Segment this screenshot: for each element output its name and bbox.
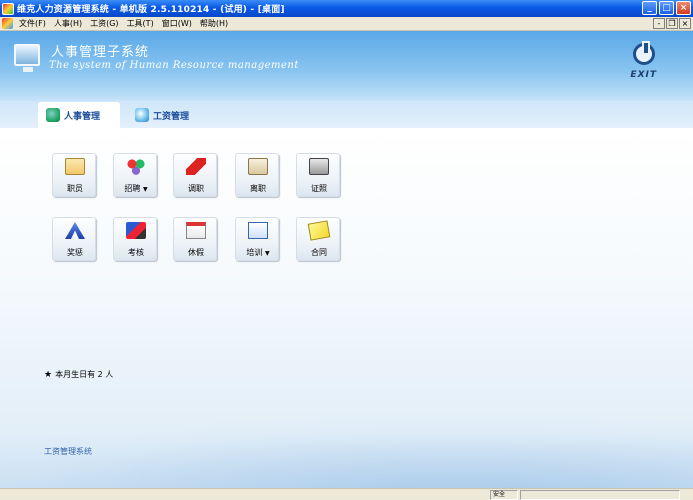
tile-assessment[interactable]: 考核: [113, 217, 157, 261]
calendar-icon: [186, 222, 206, 239]
tile-training-label: 培训: [246, 248, 263, 257]
exit-label[interactable]: EXIT: [630, 70, 657, 80]
tile-training[interactable]: 培训 ▼: [235, 217, 279, 261]
mdi-close-button[interactable]: ×: [679, 18, 691, 29]
status-cell-2: [520, 490, 680, 500]
contract-icon: [307, 220, 331, 241]
menu-tools[interactable]: 工具(T): [123, 18, 158, 29]
tab-salary-label: 工资管理: [153, 111, 190, 122]
menu-help[interactable]: 帮助(H): [196, 18, 232, 29]
recruit-icon: [126, 158, 146, 175]
menu-personnel[interactable]: 人事(H): [50, 18, 86, 29]
header-banner: 人事管理子系统 The system of Human Resource man…: [0, 31, 693, 101]
tile-contract[interactable]: 合同: [296, 217, 340, 261]
tile-vacation-label: 休假: [188, 248, 204, 257]
menu-window[interactable]: 窗口(W): [158, 18, 196, 29]
tab-personnel[interactable]: 人事管理: [38, 102, 120, 128]
tile-leave[interactable]: 离职: [235, 153, 279, 197]
mdi-restore-button[interactable]: ❐: [666, 18, 678, 29]
window-title: 维克人力资源管理系统 - 单机版 2.5.110214 - (试用) - [桌面…: [17, 5, 285, 15]
tab-salary[interactable]: 工资管理: [132, 102, 222, 128]
banner-subtitle: The system of Human Resource management: [49, 60, 299, 71]
close-button[interactable]: ×: [676, 1, 691, 15]
salary-system-link[interactable]: 工资管理系统: [44, 446, 92, 457]
monitor-stand: [23, 67, 33, 72]
tile-reward-label: 奖惩: [67, 248, 83, 257]
tile-recruit-label: 招聘: [124, 184, 141, 193]
tile-vacation[interactable]: 休假: [173, 217, 217, 261]
training-icon: [248, 222, 268, 239]
birthday-notice-text: 本月生日有 2 人: [55, 370, 114, 379]
reward-icon: [65, 222, 85, 239]
leave-icon: [248, 158, 268, 175]
birthday-notice[interactable]: ★ 本月生日有 2 人: [44, 369, 113, 380]
transfer-arrow-icon: [186, 158, 206, 175]
tab-strip: 人事管理 工资管理: [0, 101, 693, 128]
tile-transfer[interactable]: 调职: [173, 153, 217, 197]
document-icon[interactable]: [2, 18, 13, 29]
people-icon: [46, 108, 60, 122]
tile-transfer-label: 调职: [188, 184, 204, 193]
exit-icon[interactable]: [631, 41, 657, 69]
tile-staff-label: 职员: [67, 184, 83, 193]
id-card-icon: [65, 158, 85, 175]
tile-certificate[interactable]: 证照: [296, 153, 340, 197]
tile-assessment-label: 考核: [128, 248, 144, 257]
tile-leave-label: 离职: [250, 184, 266, 193]
dropdown-caret-icon[interactable]: ▼: [265, 250, 270, 257]
status-cell-1: 安全: [490, 490, 518, 500]
tile-staff[interactable]: 职员: [52, 153, 96, 197]
tile-contract-label: 合同: [311, 248, 327, 257]
menu-bar: 文件(F) 人事(H) 工资(G) 工具(T) 窗口(W) 帮助(H) - ❐ …: [0, 17, 693, 31]
minimize-button[interactable]: _: [642, 1, 657, 15]
status-bar: 安全: [0, 488, 693, 500]
globe-icon: [135, 108, 149, 122]
window-titlebar[interactable]: 维克人力资源管理系统 - 单机版 2.5.110214 - (试用) - [桌面…: [0, 0, 693, 17]
monitor-icon: [14, 44, 40, 66]
tile-certificate-label: 证照: [311, 184, 327, 193]
menu-file[interactable]: 文件(F): [15, 18, 50, 29]
tile-reward[interactable]: 奖惩: [52, 217, 96, 261]
star-icon: ★: [44, 370, 53, 380]
maximize-button[interactable]: □: [659, 1, 674, 15]
app-icon[interactable]: [2, 2, 14, 15]
tile-recruit[interactable]: 招聘 ▼: [113, 153, 157, 197]
tab-personnel-label: 人事管理: [64, 111, 101, 122]
main-panel: 职员 招聘 ▼ 调职 离职 证照 奖惩 考核 休假 培训 ▼ 合同 ★ 本月生日有…: [0, 128, 693, 488]
banner-title: 人事管理子系统: [51, 45, 150, 60]
dropdown-caret-icon[interactable]: ▼: [143, 186, 148, 193]
certificate-icon: [309, 158, 329, 175]
mdi-minimize-button[interactable]: -: [653, 18, 665, 29]
menu-salary[interactable]: 工资(G): [86, 18, 122, 29]
assessment-icon: [126, 222, 146, 239]
